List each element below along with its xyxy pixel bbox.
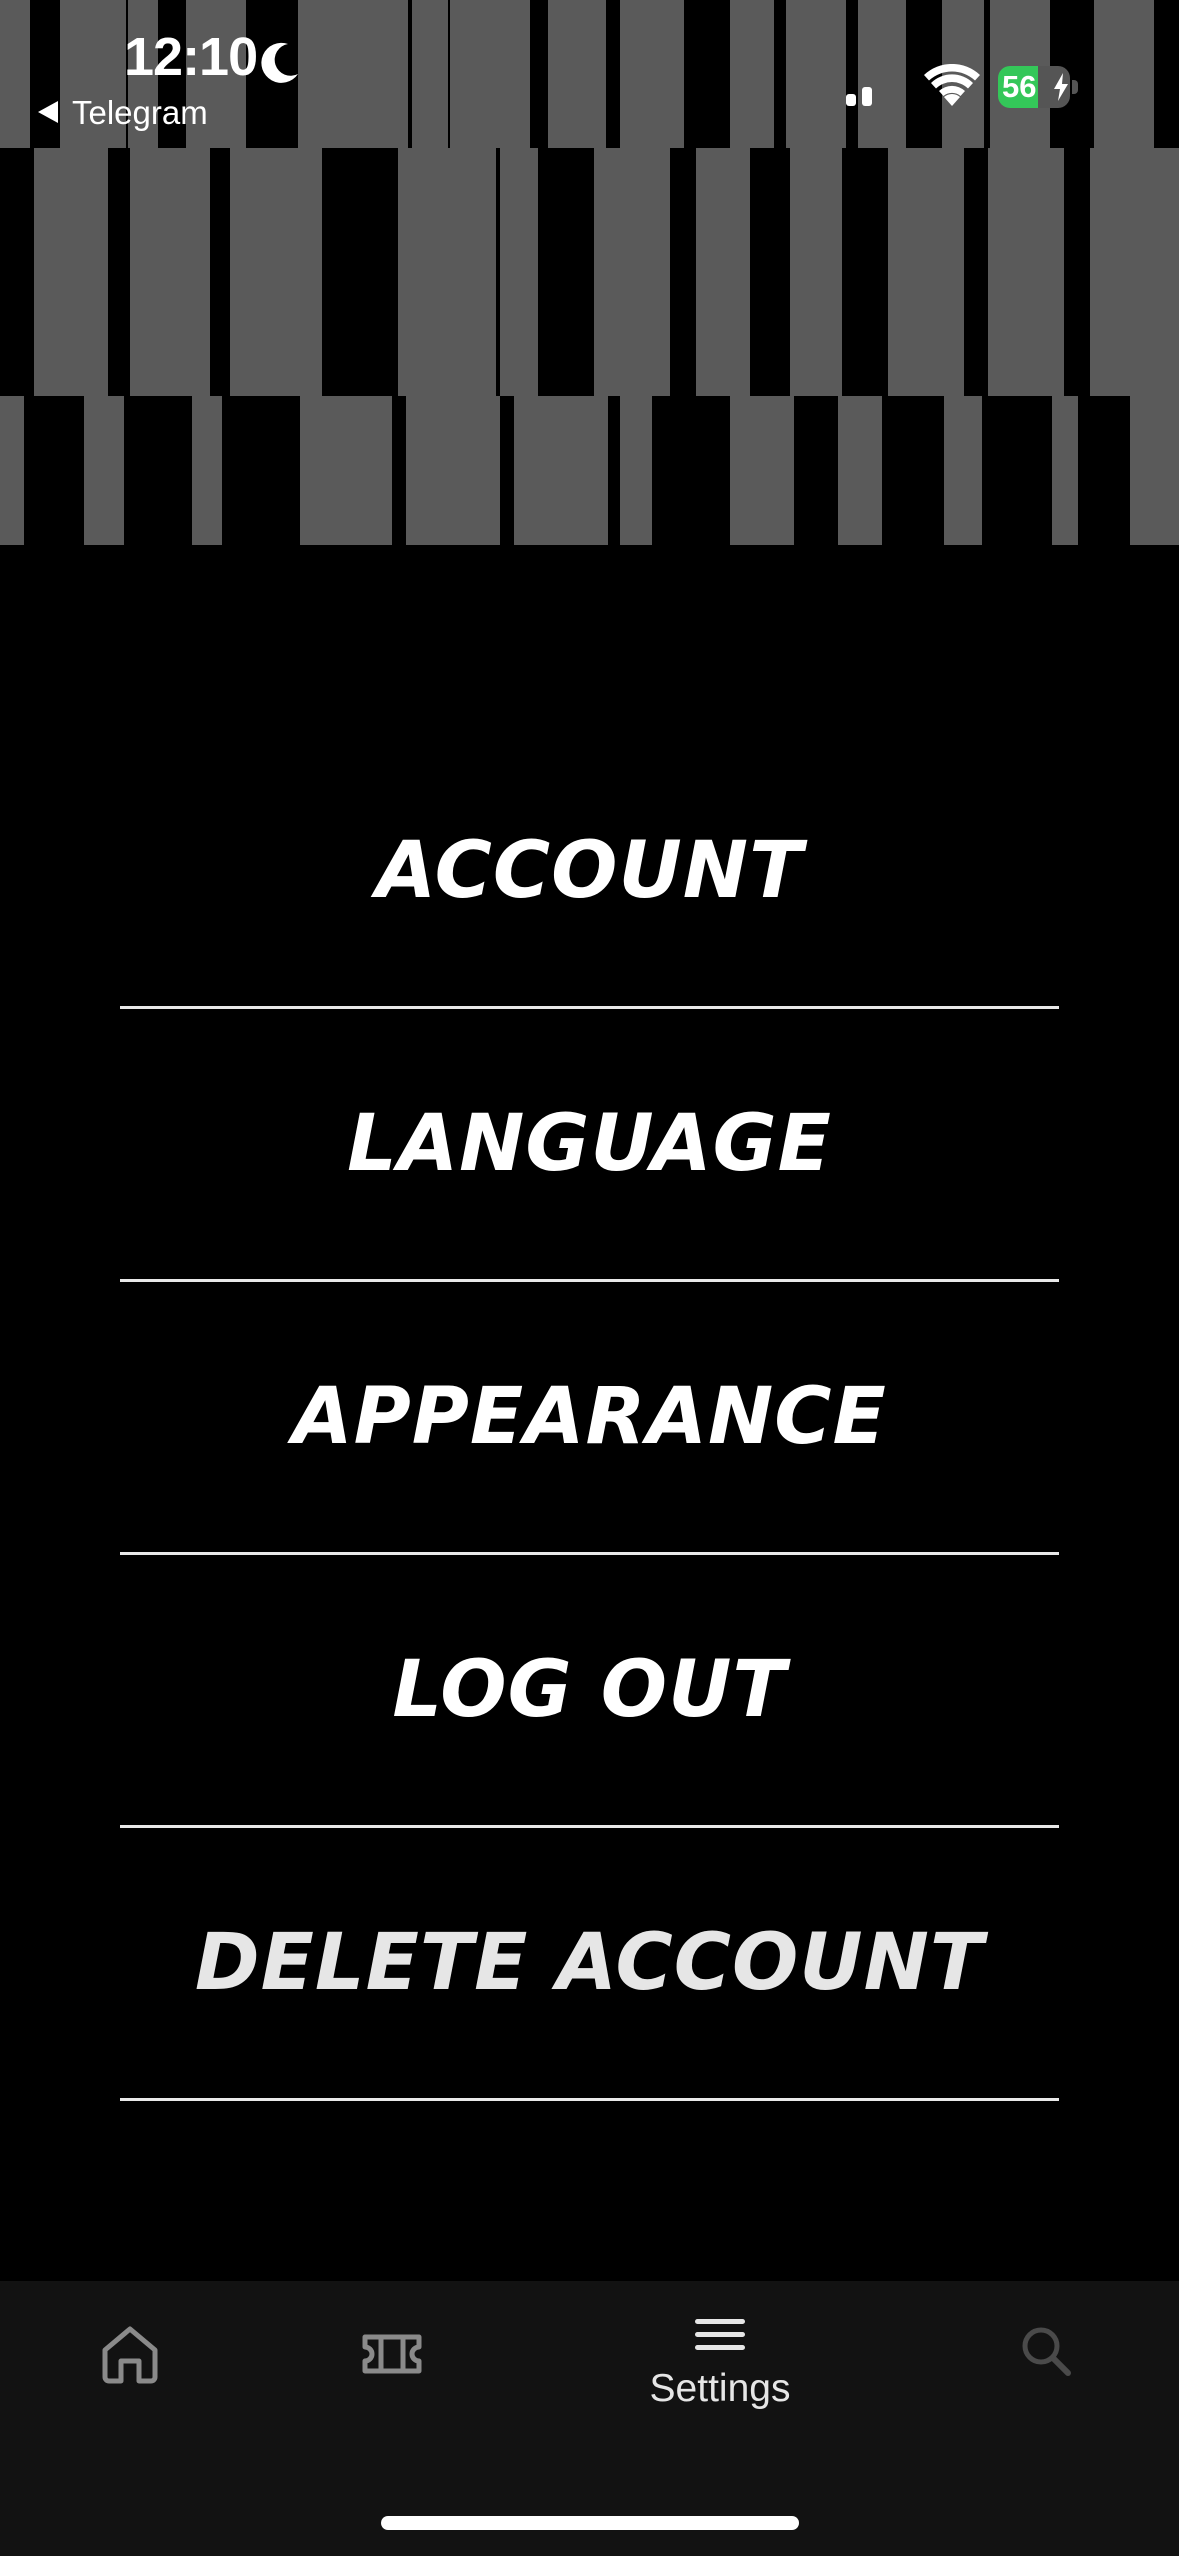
pattern-bar	[130, 148, 210, 396]
search-icon	[1022, 2327, 1071, 2376]
tab-home[interactable]	[90, 2323, 170, 2385]
pattern-bar	[730, 396, 794, 545]
back-to-app-button[interactable]: Telegram	[36, 92, 208, 132]
charging-bolt-icon	[1054, 73, 1068, 101]
menu-item-label: DELETE ACCOUNT	[194, 1918, 985, 2008]
menu-item-label: LOG OUT	[392, 1645, 787, 1735]
ticket-icon	[362, 2334, 422, 2374]
tab-settings[interactable]: Settings	[620, 2315, 820, 2408]
back-triangle-icon	[38, 101, 58, 123]
pattern-bar	[230, 148, 322, 396]
battery-body: 56	[998, 66, 1070, 108]
menu-icon	[695, 2319, 745, 2350]
pattern-bar	[1052, 396, 1078, 545]
tab-settings-label: Settings	[649, 2367, 791, 2410]
wifi-icon	[924, 64, 980, 106]
bottom-tab-bar: Settings	[0, 2281, 1179, 2556]
pattern-bar	[300, 396, 392, 545]
home-icon	[102, 2326, 158, 2384]
pattern-bar	[514, 396, 608, 545]
menu-item-log-out[interactable]: LOG OUT	[120, 1555, 1059, 1828]
cellular-signal-icon	[846, 70, 904, 106]
back-app-label: Telegram	[72, 93, 208, 131]
status-time: 12:10	[124, 27, 258, 87]
settings-menu: ACCOUNT LANGUAGE APPEARANCE LOG OUT DELE…	[120, 736, 1059, 2101]
menu-item-label: LANGUAGE	[347, 1099, 832, 1189]
pattern-bar	[0, 396, 24, 545]
pattern-bar	[1130, 396, 1179, 545]
tab-tickets[interactable]	[352, 2323, 432, 2385]
menu-item-account[interactable]: ACCOUNT	[120, 736, 1059, 1009]
pattern-bar	[192, 396, 222, 545]
pattern-bar	[1090, 148, 1179, 396]
menu-item-label: APPEARANCE	[292, 1372, 887, 1462]
pattern-bar	[790, 148, 842, 396]
battery-cap	[1072, 80, 1078, 94]
menu-item-language[interactable]: LANGUAGE	[120, 1009, 1059, 1282]
pattern-bar	[988, 148, 1064, 396]
pattern-bar	[620, 396, 652, 545]
menu-item-appearance[interactable]: APPEARANCE	[120, 1282, 1059, 1555]
pattern-bar	[84, 396, 124, 545]
pattern-bar	[944, 396, 982, 545]
pattern-bar	[594, 148, 670, 396]
battery-icon: 56	[998, 66, 1078, 108]
pattern-bar	[34, 148, 108, 396]
pattern-bar	[838, 396, 882, 545]
pattern-bar	[398, 148, 496, 396]
pattern-bar	[696, 148, 750, 396]
menu-item-label: ACCOUNT	[375, 826, 804, 916]
moon-icon	[261, 42, 298, 83]
pattern-bar	[888, 148, 964, 396]
menu-item-delete-account[interactable]: DELETE ACCOUNT	[120, 1828, 1059, 2101]
pattern-bar	[406, 396, 500, 545]
tab-search[interactable]	[1006, 2323, 1086, 2379]
status-bar: 12:10 Telegram 56	[0, 0, 1179, 140]
home-indicator	[381, 2516, 799, 2530]
pattern-bar	[500, 148, 538, 396]
battery-level: 56	[1002, 69, 1037, 104]
